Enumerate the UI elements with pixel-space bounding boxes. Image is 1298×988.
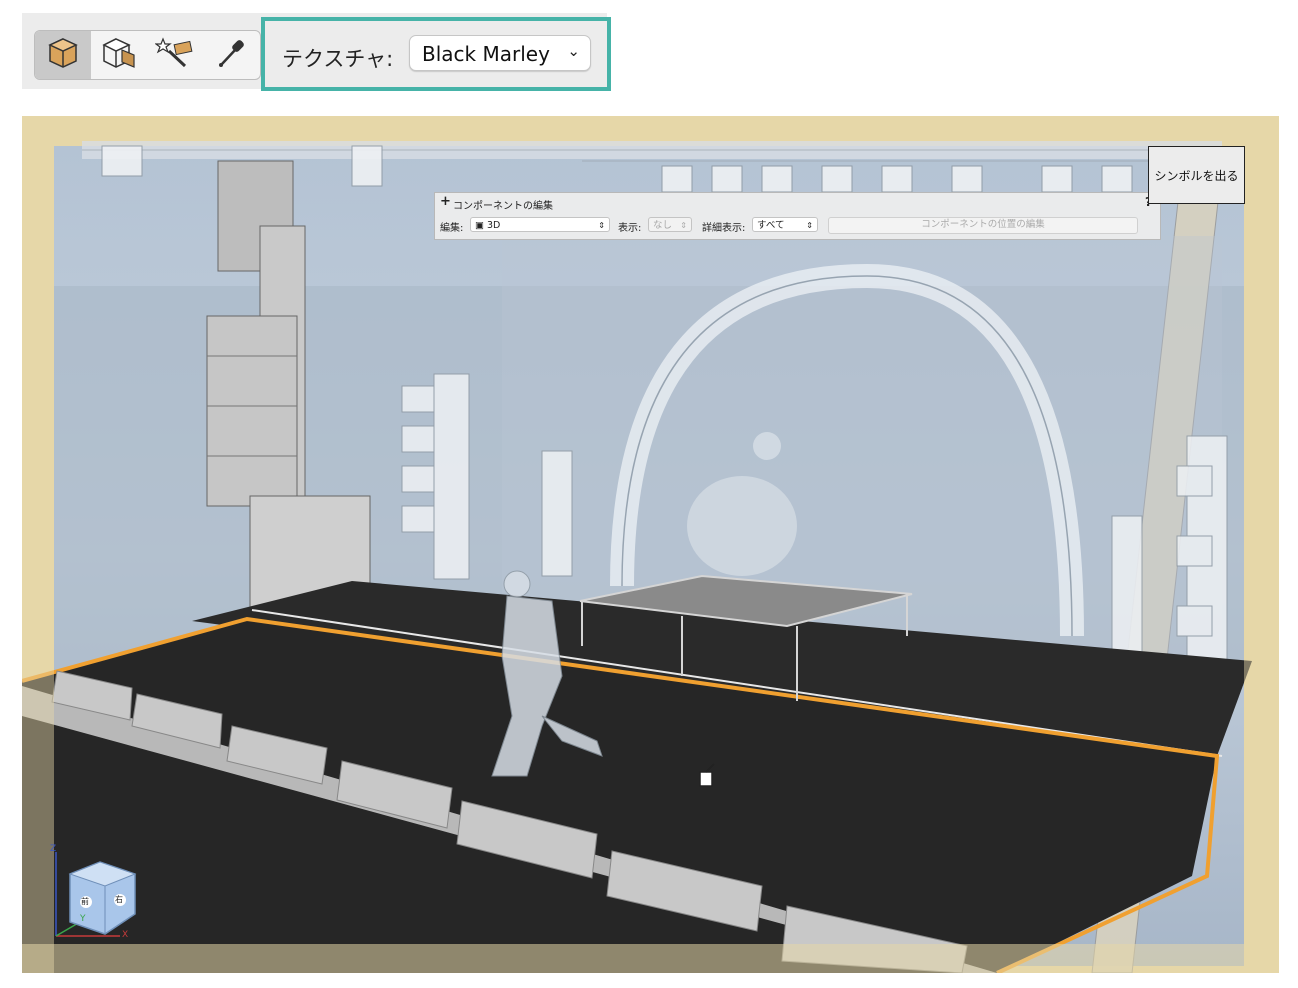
stage-scene [22,116,1279,973]
texture-label: テクスチャ: [282,47,394,71]
detail-label: 詳細表示: [702,223,746,234]
magic-wand-texture-icon [154,37,195,73]
display-value: なし [653,220,673,231]
cube-icon: ▣ [475,220,487,231]
nav-cube-front-label: 前 [81,897,89,906]
solid-cube-tool-button[interactable] [35,31,91,79]
display-select[interactable]: なし ⇕ [648,217,692,232]
axis-x-label: X [122,930,129,940]
exit-symbol-button[interactable]: シンボルを出る [1148,146,1245,204]
axis-z-label: Z [50,844,57,854]
component-panel-title: コンポーネントの編集 [453,201,553,212]
detail-select[interactable]: すべて ⇕ [752,217,818,232]
3d-viewport[interactable]: + コンポーネントの編集 ? 編集: ▣ 3D ⇕ 表示: なし ⇕ 詳細表示:… [22,116,1279,973]
edit-mode-value: 3D [487,220,501,231]
plus-icon[interactable]: + [440,194,451,209]
detail-value: すべて [757,220,785,231]
navigation-cube[interactable]: 前 右 Z Y X [50,844,150,954]
component-panel-controls: 編集: ▣ 3D ⇕ 表示: なし ⇕ 詳細表示: すべて ⇕ コンポーネントの… [440,217,1155,234]
solid-cube-icon [48,37,78,73]
texture-dropdown[interactable]: Black Marley ⌄ [409,35,591,71]
texture-dropdown-value: Black Marley [422,42,550,66]
texture-highlight-box: テクスチャ: Black Marley ⌄ [261,17,611,91]
axis-y-label: Y [80,914,86,924]
exit-symbol-label: シンボルを出る [1154,168,1239,183]
updown-chevron-icon: ⇕ [680,221,687,230]
component-edit-panel: + コンポーネントの編集 ? 編集: ▣ 3D ⇕ 表示: なし ⇕ 詳細表示:… [434,192,1161,240]
magic-wand-tool-button[interactable] [147,31,203,79]
chevron-down-icon: ⌄ [567,42,580,60]
edit-mode-select[interactable]: ▣ 3D ⇕ [470,217,610,232]
component-position-button[interactable]: コンポーネントの位置の編集 [828,217,1138,234]
texture-toolbar: テクスチャ: Black Marley ⌄ [22,13,611,91]
eyedropper-tool-button[interactable] [203,31,259,79]
tool-mode-group [34,30,261,80]
nav-cube-right-label: 右 [115,895,123,904]
wireframe-cube-icon [102,36,136,74]
display-label: 表示: [618,223,642,234]
eyedropper-icon [216,37,246,73]
updown-chevron-icon: ⇕ [806,221,813,230]
updown-chevron-icon: ⇕ [598,221,605,230]
edit-label: 編集: [440,223,464,234]
wireframe-cube-tool-button[interactable] [91,31,147,79]
